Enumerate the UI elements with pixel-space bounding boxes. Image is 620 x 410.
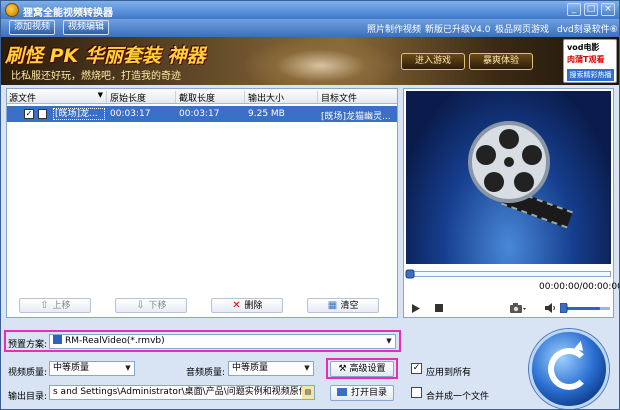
seek-thumb[interactable] xyxy=(405,269,415,279)
top-toolbar: 添加视频 视频编辑 照片制作视频 新版已升级V4.0 极品网页游戏 dvd刻录软… xyxy=(1,19,619,37)
move-up-button[interactable]: ⇧ 上移 xyxy=(19,298,91,313)
merge-label: 合并成一个文件 xyxy=(426,392,490,402)
col-source-label: 源文件 xyxy=(9,94,37,103)
col-original-length[interactable]: 原始长度 xyxy=(108,91,176,103)
merge-checkbox[interactable] xyxy=(411,387,422,398)
banner-character-art xyxy=(241,37,401,85)
audio-quality-label: 音频质量: xyxy=(186,368,226,378)
camera-icon[interactable] xyxy=(510,303,526,313)
output-dir-value: s and Settings\Administrator\桌面\产品\问题实例和… xyxy=(53,387,315,397)
chevron-down-icon: ▼ xyxy=(125,364,131,372)
arrow-up-icon: ⇧ xyxy=(40,300,49,311)
list-button-bar: ⇧ 上移 ⇩ 下移 ✕ 删除 ▦ 清空 xyxy=(19,296,399,316)
banner-headline: 刷怪 PK 华丽套装 神器 xyxy=(5,45,206,67)
clear-label: 清空 xyxy=(340,301,359,311)
preset-select[interactable]: RM-RealVideo(*.rmvb) ▼ xyxy=(49,334,396,349)
folder-browse-icon[interactable]: ▤ xyxy=(302,386,314,399)
vod-tag: 肉蒲T观看 xyxy=(567,55,605,64)
row-target: [既场]龙猫幽灵... xyxy=(321,112,391,122)
edit-video-button[interactable]: 视频编辑 xyxy=(63,20,110,35)
delete-button[interactable]: ✕ 删除 xyxy=(211,298,283,313)
restore-button[interactable]: □ xyxy=(584,3,598,16)
move-down-label: 下移 xyxy=(148,301,167,311)
video-quality-value: 中等质量 xyxy=(53,363,90,373)
chevron-down-icon: ▼ xyxy=(304,364,310,372)
link-dvd-software[interactable]: dvd刻录软件⑥ xyxy=(557,22,618,35)
col-source[interactable]: 源文件 ▼ xyxy=(7,91,107,103)
output-dir-label: 输出目录: xyxy=(8,392,48,402)
delete-label: 删除 xyxy=(244,301,263,311)
player-controls xyxy=(404,299,613,317)
chevron-down-icon: ▼ xyxy=(386,337,392,345)
table-row[interactable]: ✓ [既场]龙... 00:03:17 00:03:17 9.25 MB [既场… xyxy=(7,106,397,122)
window-title: 狸窝全能视频转换器 xyxy=(23,8,113,19)
volume-slider[interactable] xyxy=(560,303,610,313)
clear-button[interactable]: ▦ 清空 xyxy=(307,298,379,313)
enter-game-button[interactable]: 进入游戏 xyxy=(401,53,465,70)
folder-icon xyxy=(336,388,347,396)
move-down-button[interactable]: ⇩ 下移 xyxy=(115,298,187,313)
stop-icon[interactable] xyxy=(435,304,443,312)
experience-button[interactable]: 暴爽体验 xyxy=(469,53,533,70)
app-logo-icon xyxy=(5,3,19,17)
row-checkbox[interactable]: ✓ xyxy=(24,109,34,119)
close-button[interactable]: × xyxy=(601,3,615,16)
vod-ad[interactable]: vod电影 肉蒲T观看 搜索精彩热播 xyxy=(563,39,617,83)
convert-button[interactable] xyxy=(529,329,609,409)
advanced-settings-label: 高级设置 xyxy=(349,364,386,374)
link-new-version[interactable]: 新版已升级V4.0 xyxy=(425,22,490,35)
vod-search-button[interactable]: 搜索精彩热播 xyxy=(567,69,614,81)
volume-icon[interactable] xyxy=(545,303,556,313)
minimize-button[interactable]: _ xyxy=(567,3,581,16)
seek-bar[interactable] xyxy=(408,271,611,277)
convert-refresh-icon xyxy=(548,348,590,390)
preview-screen xyxy=(406,91,611,264)
preset-format-icon xyxy=(53,335,62,344)
apply-all-label: 应用到所有 xyxy=(426,368,472,378)
arrow-down-icon: ⇩ xyxy=(136,300,145,311)
app-window: 狸窝全能视频转换器 _ □ × 添加视频 视频编辑 照片制作视频 新版已升级V4… xyxy=(0,0,620,410)
audio-quality-value: 中等质量 xyxy=(232,363,269,373)
file-list-header: 源文件 ▼ 原始长度 截取长度 输出大小 目标文件 xyxy=(7,89,397,104)
banner-subtitle: 比私服还好玩，燃烧吧，打造我的奇迹 xyxy=(11,71,181,82)
ad-banner[interactable]: 刷怪 PK 华丽套装 神器 比私服还好玩，燃烧吧，打造我的奇迹 进入游戏 暴爽体… xyxy=(1,37,619,85)
row-original-length: 00:03:17 xyxy=(110,109,151,119)
row-source: [既场]龙... xyxy=(53,108,105,120)
add-video-button[interactable]: 添加视频 xyxy=(9,20,56,35)
link-photo-video[interactable]: 照片制作视频 xyxy=(367,22,421,35)
title-bar: 狸窝全能视频转换器 _ □ × xyxy=(1,1,619,19)
link-web-game[interactable]: 极品网页游戏 xyxy=(495,22,549,35)
col-output-size[interactable]: 输出大小 xyxy=(246,91,318,103)
preset-label: 预置方案: xyxy=(8,340,48,350)
open-dir-label: 打开目录 xyxy=(350,388,387,398)
time-display: 00:00:00/00:00:00 xyxy=(539,282,620,292)
output-dir-field[interactable]: s and Settings\Administrator\桌面\产品\问题实例和… xyxy=(49,385,315,400)
video-quality-select[interactable]: 中等质量 ▼ xyxy=(49,361,135,376)
format-settings-area: 预置方案: RM-RealVideo(*.rmvb) ▼ 视频质量: 中等质量 … xyxy=(1,325,619,409)
row-clip-length: 00:03:17 xyxy=(179,109,220,119)
clear-list-icon: ▦ xyxy=(327,300,338,311)
preset-value: RM-RealVideo(*.rmvb) xyxy=(65,336,165,346)
sort-arrow-icon: ▼ xyxy=(97,91,103,99)
delete-x-icon: ✕ xyxy=(232,300,241,311)
play-icon[interactable] xyxy=(412,304,420,313)
col-target[interactable]: 目标文件 xyxy=(319,91,397,103)
col-clip-length[interactable]: 截取长度 xyxy=(177,91,245,103)
row-output-size: 9.25 MB xyxy=(248,109,285,119)
file-list-panel: 源文件 ▼ 原始长度 截取长度 输出大小 目标文件 ✓ [既场]龙... 00:0… xyxy=(6,88,398,318)
audio-quality-select[interactable]: 中等质量 ▼ xyxy=(228,361,314,376)
film-reel-icon xyxy=(468,121,550,203)
apply-all-checkbox[interactable]: ✓ xyxy=(411,363,422,374)
preview-panel: 00:00:00/00:00:00 xyxy=(403,88,619,318)
video-quality-label: 视频质量: xyxy=(8,368,48,378)
open-dir-button[interactable]: 打开目录 xyxy=(330,385,394,401)
vod-brand: vod电影 xyxy=(567,43,600,52)
tools-icon: ⚒ xyxy=(338,364,347,374)
film-file-icon xyxy=(38,109,47,119)
move-up-label: 上移 xyxy=(52,301,71,311)
advanced-settings-button[interactable]: ⚒ 高级设置 xyxy=(330,361,394,377)
